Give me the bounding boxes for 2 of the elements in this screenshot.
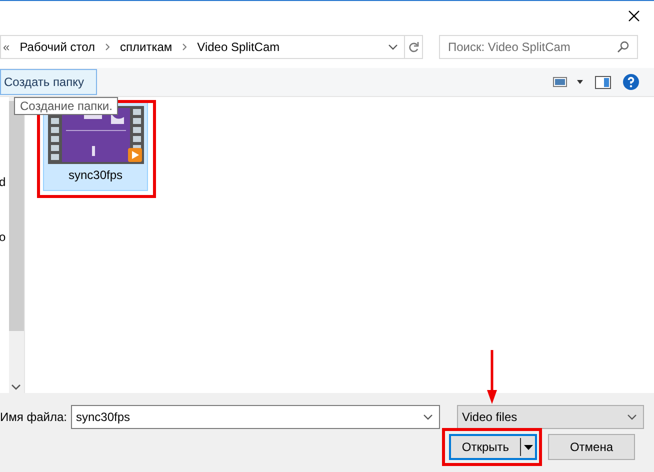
tooltip: Создание папки. (14, 97, 118, 115)
file-name-label: Имя файла: (0, 410, 67, 424)
